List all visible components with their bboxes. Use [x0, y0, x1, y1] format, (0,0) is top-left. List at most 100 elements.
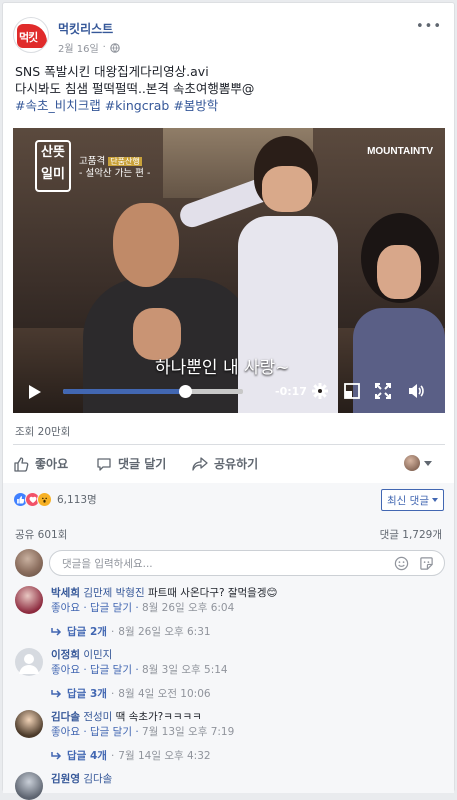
- play-icon[interactable]: [29, 385, 41, 399]
- comment-mention[interactable]: 전성미: [83, 711, 112, 723]
- emoji-icon[interactable]: [394, 556, 409, 571]
- share-count[interactable]: 공유 601회: [15, 527, 67, 542]
- reply-arrow-icon: [51, 689, 62, 698]
- share-button[interactable]: 공유하기: [192, 455, 258, 472]
- comment-actions: 좋아요 · 답글 달기 · 8월 26일 오후 6:04: [51, 602, 235, 614]
- post-date[interactable]: 2월 16일: [58, 40, 99, 55]
- comment-text: 땍 속초가?ㅋㅋㅋㅋ: [115, 711, 202, 723]
- wow-reaction-icon: [37, 492, 52, 507]
- divider: [13, 444, 445, 445]
- more-options-button[interactable]: •••: [416, 19, 442, 34]
- girl-shirt: [353, 308, 445, 413]
- comment-date[interactable]: 7월 13일 오후 7:19: [142, 726, 234, 738]
- channel-watermark: MOUNTAINTV: [367, 146, 433, 157]
- reply-date: 8월 4일 오전 10:06: [118, 688, 211, 700]
- avatar: [15, 549, 43, 577]
- comment-mention[interactable]: 김만제 박형진: [83, 587, 144, 599]
- page-logo-text: 먹킷: [19, 31, 38, 44]
- comment-mention[interactable]: 김다솔: [83, 773, 112, 785]
- reaction-count: 6,113명: [57, 494, 97, 506]
- reply-date: 8월 26일 오후 6:31: [118, 626, 211, 638]
- viewer-selector[interactable]: [404, 455, 432, 471]
- comment-reply-link[interactable]: 답글 달기: [90, 664, 132, 676]
- avatar[interactable]: [15, 710, 43, 738]
- like-label: 좋아요: [35, 457, 69, 471]
- comment-input[interactable]: 댓글을 입력하세요...: [49, 550, 445, 576]
- reaction-summary[interactable]: 6,113명: [13, 492, 97, 507]
- comment-mention[interactable]: 이민지: [83, 649, 112, 661]
- man-head: [113, 203, 179, 287]
- progress-bar[interactable]: [63, 385, 243, 398]
- commenter-name[interactable]: 김다솔: [51, 711, 80, 723]
- comment-actions: 좋아요 · 답글 달기 · 7월 13일 오후 7:19: [51, 726, 235, 738]
- comment-button[interactable]: 댓글 달기: [96, 455, 166, 472]
- globe-icon[interactable]: [110, 42, 120, 53]
- comment-reply-link[interactable]: 답글 달기: [90, 726, 132, 738]
- thumbs-up-icon: [14, 456, 29, 472]
- comment-sort-dropdown[interactable]: 최신 댓글: [381, 489, 444, 511]
- program-logo: 산뜻 일미: [35, 140, 71, 192]
- viewer-avatar: [404, 455, 420, 471]
- comment-like-link[interactable]: 좋아요: [51, 602, 80, 614]
- comment-composer: 댓글을 입력하세요...: [15, 548, 445, 578]
- avatar[interactable]: [15, 772, 43, 800]
- comment-actions: 좋아요 · 답글 달기 · 8월 3일 오후 5:14: [51, 664, 228, 676]
- chevron-down-icon: [432, 498, 438, 502]
- comment-count[interactable]: 댓글 1,729개: [380, 527, 442, 542]
- meta-separator: ·: [102, 42, 106, 53]
- post-text: SNS 폭발시킨 대왕집게다리영상.avi 다시봐도 침샘 펄떡펄떡..본격 속…: [15, 63, 445, 114]
- comment-body: 박세희 김만제 박형진 파트때 사온다구? 잘먹을겡😊 좋아요 · 답글 달기 …: [51, 586, 277, 616]
- reply-count: 답글 3개: [67, 688, 107, 700]
- fullscreen-icon[interactable]: [374, 382, 392, 400]
- share-label: 공유하기: [214, 457, 259, 471]
- comment-reply-link[interactable]: 답글 달기: [90, 602, 132, 614]
- progress-fill: [63, 389, 186, 394]
- default-avatar-icon: [19, 654, 39, 674]
- reply-arrow-icon: [51, 751, 62, 760]
- gear-icon[interactable]: [311, 382, 329, 400]
- avatar[interactable]: [15, 648, 43, 676]
- subtitle-line1: 고품격: [79, 156, 106, 167]
- subtitle-line2: - 설악산 가는 편 -: [79, 168, 151, 179]
- chevron-down-icon: [424, 460, 432, 466]
- comment-date[interactable]: 8월 26일 오후 6:04: [142, 602, 234, 614]
- view-replies-link[interactable]: 답글 4개 · 7월 14일 오후 4:32: [51, 748, 211, 763]
- commenter-name[interactable]: 김원영: [51, 773, 80, 785]
- video-player[interactable]: 산뜻 일미 고품격 단품산행 - 설악산 가는 편 - MOUNTAINTV 하…: [13, 128, 445, 413]
- post-text-line: 다시봐도 침샘 펄떡펄떡..본격 속초여행뽐뿌@: [15, 81, 255, 96]
- comment-input-placeholder: 댓글을 입력하세요...: [62, 557, 153, 570]
- view-replies-link[interactable]: 답글 2개 · 8월 26일 오후 6:31: [51, 624, 211, 639]
- sticker-icon[interactable]: [419, 556, 434, 571]
- view-count: 조회 20만회: [15, 426, 71, 438]
- subtitle-badge: 단품산행: [108, 157, 142, 166]
- girl-face: [377, 245, 421, 299]
- composer-icons: [394, 556, 434, 571]
- like-button[interactable]: 좋아요: [13, 455, 68, 472]
- page-name[interactable]: 먹킷리스트: [58, 20, 113, 37]
- video-person-girl: [353, 213, 445, 413]
- popout-icon[interactable]: [343, 382, 361, 400]
- avatar[interactable]: [15, 586, 43, 614]
- view-replies-link[interactable]: 답글 3개 · 8월 4일 오전 10:06: [51, 686, 211, 701]
- boy-face: [262, 166, 312, 212]
- post-card: 먹킷 먹킷리스트 2월 16일 · ••• SNS 폭발시킨 대왕집게다리영상.…: [2, 2, 455, 800]
- post-hashtags[interactable]: #속초_비치크랩 #kingcrab #봄방학: [15, 97, 445, 114]
- comment-date[interactable]: 8월 3일 오후 5:14: [142, 664, 228, 676]
- comment-body: 김다솔 전성미 땍 속초가?ㅋㅋㅋㅋ 좋아요 · 답글 달기 · 7월 13일 …: [51, 710, 234, 740]
- program-subtitle: 고품격 단품산행 - 설악산 가는 편 -: [79, 156, 150, 180]
- commenter-name[interactable]: 박세희: [51, 587, 80, 599]
- post-text-line: SNS 폭발시킨 대왕집게다리영상.avi: [15, 64, 209, 79]
- comment-like-link[interactable]: 좋아요: [51, 726, 80, 738]
- video-caption: 하나뿐인 내 사랑~: [155, 358, 290, 378]
- commenter-name[interactable]: 이정희: [51, 649, 80, 661]
- reply-count: 답글 2개: [67, 626, 107, 638]
- time-remaining: -0:17: [275, 385, 307, 398]
- reply-date: 7월 14일 오후 4:32: [118, 750, 211, 762]
- volume-icon[interactable]: [407, 382, 425, 400]
- comment-body: 이정희 이민지 좋아요 · 답글 달기 · 8월 3일 오후 5:14: [51, 648, 228, 678]
- sort-label: 최신 댓글: [387, 494, 429, 507]
- page-avatar[interactable]: 먹킷: [13, 17, 49, 53]
- comment-icon: [97, 457, 111, 471]
- reply-count: 답글 4개: [67, 750, 107, 762]
- comment-like-link[interactable]: 좋아요: [51, 664, 80, 676]
